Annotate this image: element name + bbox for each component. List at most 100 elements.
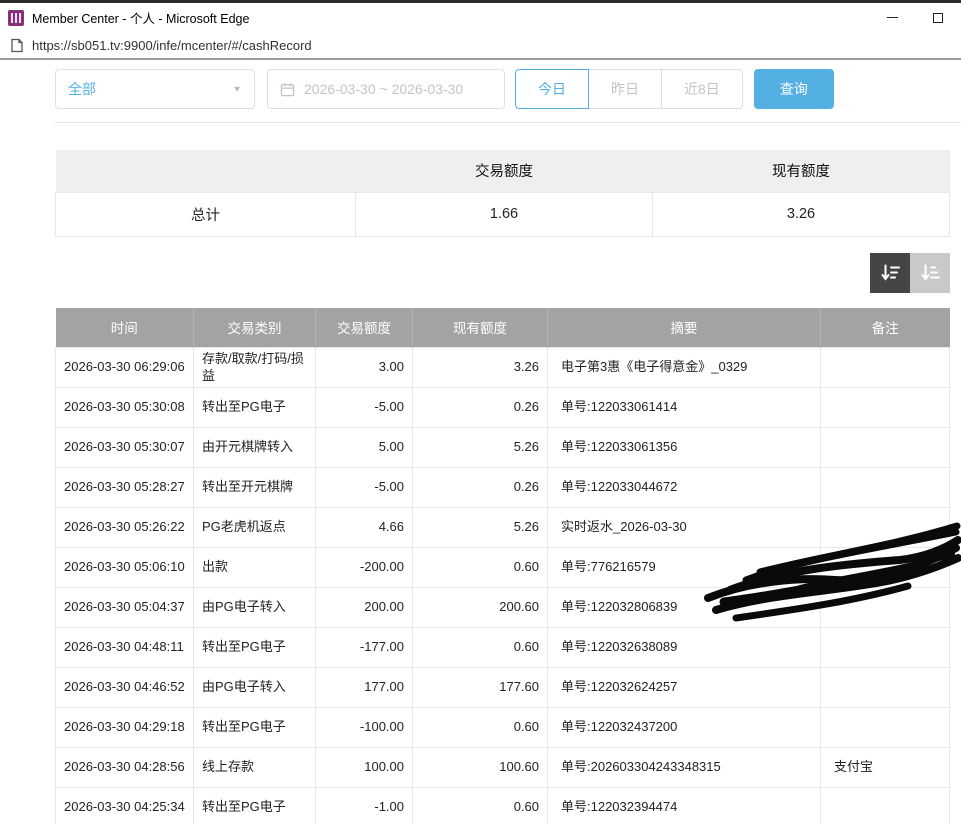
table-cell: 转出至PG电子 bbox=[194, 388, 316, 428]
table-cell: 5.00 bbox=[316, 428, 413, 468]
table-cell: 2026-03-30 05:04:37 bbox=[56, 588, 194, 628]
table-row: 2026-03-30 05:30:08转出至PG电子-5.000.26单号:12… bbox=[56, 388, 950, 428]
table-cell: 0.26 bbox=[413, 388, 548, 428]
table-cell: 支付宝 bbox=[821, 748, 950, 788]
category-select[interactable]: 全部 ▼ bbox=[55, 69, 255, 109]
table-row: 2026-03-30 04:25:34转出至PG电子-1.000.60单号:12… bbox=[56, 788, 950, 824]
table-cell: 2026-03-30 05:06:10 bbox=[56, 548, 194, 588]
table-cell: -5.00 bbox=[316, 468, 413, 508]
calendar-icon bbox=[280, 82, 295, 97]
summary-table: 交易额度 现有额度 总计 1.66 3.26 bbox=[55, 150, 950, 237]
table-cell: 0.26 bbox=[413, 468, 548, 508]
table-row: 2026-03-30 05:06:10出款-200.000.60单号:77621… bbox=[56, 548, 950, 588]
date-range-value: 2026-03-30 ~ 2026-03-30 bbox=[304, 81, 463, 97]
table-row: 2026-03-30 06:29:06存款/取款/打码/损益3.003.26电子… bbox=[56, 348, 950, 388]
table-cell: 0.60 bbox=[413, 548, 548, 588]
table-cell: 单号:122032394474 bbox=[548, 788, 821, 824]
table-cell: 200.60 bbox=[413, 588, 548, 628]
address-bar[interactable]: https://sb051.tv:9900/infe/mcenter/#/cas… bbox=[0, 32, 961, 60]
site-favicon-icon bbox=[8, 10, 24, 26]
table-cell: 存款/取款/打码/损益 bbox=[194, 348, 316, 388]
window-titlebar: Member Center - 个人 - Microsoft Edge bbox=[0, 3, 961, 32]
cash-record-page: 全部 ▼ 2026-03-30 ~ 2026-03-30 今日 昨日 近8日 查… bbox=[0, 69, 961, 824]
table-cell: 实时返水_2026-03-30 bbox=[548, 508, 821, 548]
site-info-icon bbox=[10, 38, 24, 53]
table-cell bbox=[821, 668, 950, 708]
column-header-time: 时间 bbox=[56, 308, 194, 348]
table-row: 2026-03-30 04:46:52由PG电子转入177.00177.60单号… bbox=[56, 668, 950, 708]
table-cell: 5.26 bbox=[413, 428, 548, 468]
table-cell: 电子第3惠《电子得意金》_0329 bbox=[548, 348, 821, 388]
table-cell: -100.00 bbox=[316, 708, 413, 748]
table-row: 2026-03-30 04:48:11转出至PG电子-177.000.60单号:… bbox=[56, 628, 950, 668]
table-cell: 2026-03-30 04:46:52 bbox=[56, 668, 194, 708]
browser-window: Member Center - 个人 - Microsoft Edge http… bbox=[0, 0, 961, 60]
table-cell: 2026-03-30 04:25:34 bbox=[56, 788, 194, 824]
table-cell: -177.00 bbox=[316, 628, 413, 668]
section-divider bbox=[55, 122, 961, 123]
table-cell: 单号:122032437200 bbox=[548, 708, 821, 748]
table-cell: 100.00 bbox=[316, 748, 413, 788]
table-cell bbox=[821, 548, 950, 588]
column-header-summary: 摘要 bbox=[548, 308, 821, 348]
column-header-remark: 备注 bbox=[821, 308, 950, 348]
table-cell: 4.66 bbox=[316, 508, 413, 548]
table-cell bbox=[821, 788, 950, 824]
category-select-value: 全部 bbox=[68, 79, 96, 99]
table-cell: 100.60 bbox=[413, 748, 548, 788]
table-cell bbox=[821, 588, 950, 628]
sort-controls bbox=[55, 253, 950, 293]
maximize-button[interactable] bbox=[915, 3, 961, 32]
today-button[interactable]: 今日 bbox=[515, 69, 589, 109]
minimize-button[interactable] bbox=[869, 3, 915, 32]
table-cell: 线上存款 bbox=[194, 748, 316, 788]
table-cell bbox=[821, 468, 950, 508]
total-transaction-value: 1.66 bbox=[356, 192, 653, 236]
table-cell: -1.00 bbox=[316, 788, 413, 824]
table-row: 2026-03-30 05:26:22PG老虎机返点4.665.26实时返水_2… bbox=[56, 508, 950, 548]
column-header-amount: 交易额度 bbox=[316, 308, 413, 348]
table-cell: 转出至PG电子 bbox=[194, 788, 316, 824]
table-cell: 200.00 bbox=[316, 588, 413, 628]
table-cell: -200.00 bbox=[316, 548, 413, 588]
chevron-down-icon: ▼ bbox=[232, 85, 242, 94]
yesterday-button[interactable]: 昨日 bbox=[588, 69, 662, 109]
table-cell: 2026-03-30 06:29:06 bbox=[56, 348, 194, 388]
table-cell: -5.00 bbox=[316, 388, 413, 428]
table-row: 2026-03-30 04:28:56线上存款100.00100.60单号:20… bbox=[56, 748, 950, 788]
table-cell: 0.60 bbox=[413, 788, 548, 824]
table-cell: 由PG电子转入 bbox=[194, 668, 316, 708]
minimize-icon bbox=[887, 17, 898, 18]
date-range-input[interactable]: 2026-03-30 ~ 2026-03-30 bbox=[267, 69, 505, 109]
table-cell: 2026-03-30 05:30:08 bbox=[56, 388, 194, 428]
table-cell: 3.26 bbox=[413, 348, 548, 388]
table-cell: 由开元棋牌转入 bbox=[194, 428, 316, 468]
query-button[interactable]: 查询 bbox=[754, 69, 834, 109]
table-cell: 单号:122032638089 bbox=[548, 628, 821, 668]
table-cell: 2026-03-30 05:30:07 bbox=[56, 428, 194, 468]
table-cell: 单号:202603304243348315 bbox=[548, 748, 821, 788]
url-text[interactable]: https://sb051.tv:9900/infe/mcenter/#/cas… bbox=[32, 38, 312, 53]
transactions-table: 时间 交易类别 交易额度 现有额度 摘要 备注 2026-03-30 06:29… bbox=[55, 308, 950, 824]
table-cell bbox=[821, 348, 950, 388]
table-cell: 0.60 bbox=[413, 628, 548, 668]
table-cell: 单号:122033044672 bbox=[548, 468, 821, 508]
table-cell: 2026-03-30 05:26:22 bbox=[56, 508, 194, 548]
table-cell: 2026-03-30 04:48:11 bbox=[56, 628, 194, 668]
sort-descending-icon bbox=[879, 262, 901, 284]
sort-ascending-button[interactable] bbox=[910, 253, 950, 293]
table-cell: 单号:776216579 bbox=[548, 548, 821, 588]
table-cell: 177.60 bbox=[413, 668, 548, 708]
table-cell: 单号:122033061356 bbox=[548, 428, 821, 468]
table-cell bbox=[821, 708, 950, 748]
table-cell: 177.00 bbox=[316, 668, 413, 708]
total-balance-value: 3.26 bbox=[653, 192, 950, 236]
sort-descending-button[interactable] bbox=[870, 253, 910, 293]
table-cell bbox=[821, 628, 950, 668]
table-row: 2026-03-30 05:28:27转出至开元棋牌-5.000.26单号:12… bbox=[56, 468, 950, 508]
table-cell: 2026-03-30 05:28:27 bbox=[56, 468, 194, 508]
table-cell bbox=[821, 388, 950, 428]
last-8-days-button[interactable]: 近8日 bbox=[661, 69, 743, 109]
table-cell: 5.26 bbox=[413, 508, 548, 548]
table-row: 2026-03-30 05:04:37由PG电子转入200.00200.60单号… bbox=[56, 588, 950, 628]
